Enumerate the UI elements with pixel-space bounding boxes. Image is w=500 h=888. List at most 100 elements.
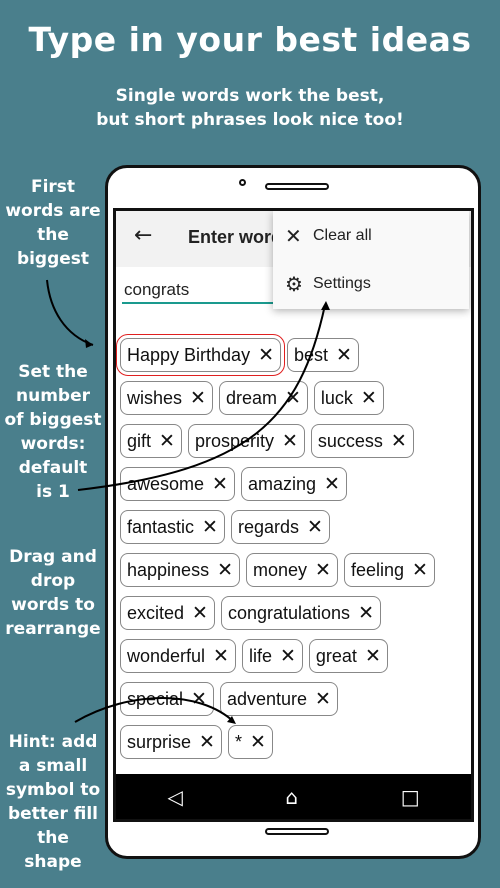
home-button [265,828,329,835]
headline: Type in your best ideas [28,20,472,59]
nav-recents-icon[interactable]: □ [401,785,420,809]
phone-frame: ← Enter words congrats ✕ Clear all ⚙ Setti… [105,165,481,859]
chip-label: Happy Birthday [127,344,251,365]
word-chip[interactable]: life ✕ [241,639,303,673]
remove-chip-icon[interactable]: ✕ [361,387,377,410]
chip-label: amazing [247,473,317,494]
remove-chip-icon[interactable]: ✕ [213,645,229,668]
overflow-menu: ✕ Clear all ⚙ Settings [273,211,469,309]
chip-row: surprise ✕ * ✕ [120,725,470,759]
note-line: words to [11,595,95,615]
chip-label: regards [237,516,299,537]
remove-chip-icon[interactable]: ✕ [280,645,296,668]
note-line: rearrange [5,619,101,639]
menu-item-settings[interactable]: ⚙ Settings [285,269,371,299]
word-chip[interactable]: feeling ✕ [343,553,435,587]
note-line: the [37,225,69,245]
note-line: symbol to [5,780,101,800]
word-chip[interactable]: great ✕ [308,639,388,673]
chip-label: wonderful [127,645,206,666]
nav-back-icon[interactable]: ◁ [167,785,182,809]
note-number-biggest: Set the number of biggest words: default is 1 [0,360,106,504]
word-chip[interactable]: prosperity ✕ [187,424,305,458]
remove-chip-icon[interactable]: ✕ [250,731,266,754]
remove-chip-icon[interactable]: ✕ [324,473,340,496]
remove-chip-icon[interactable]: ✕ [365,645,381,668]
word-chip[interactable]: surprise ✕ [120,725,222,759]
remove-chip-icon[interactable]: ✕ [307,516,323,539]
word-chip[interactable]: luck ✕ [313,381,384,415]
note-line: Hint: add [8,732,98,752]
chip-row: happiness ✕ money ✕ feeling ✕ [120,553,470,587]
chip-label: congratulations [227,602,351,623]
chip-label: awesome [127,473,205,494]
word-chip[interactable]: dream ✕ [218,381,308,415]
chip-label: fantastic [127,516,195,537]
remove-chip-icon[interactable]: ✕ [336,344,352,367]
chip-row: excited ✕ congratulations ✕ [120,596,470,630]
note-line: First [30,177,76,197]
remove-chip-icon[interactable]: ✕ [412,559,428,582]
speaker-icon [265,183,329,190]
note-line: Drag and [9,547,97,567]
chip-row: Happy Birthday ✕ best ✕ [116,334,470,376]
word-chip[interactable]: excited ✕ [120,596,215,630]
back-arrow-icon[interactable]: ← [134,223,152,248]
word-chip[interactable]: congratulations ✕ [220,596,381,630]
chip-row: special ✕ adventure ✕ [120,682,470,716]
chip-row: fantastic ✕ regards ✕ [120,510,470,544]
note-first-words: First words are the biggest [0,175,106,271]
remove-chip-icon[interactable]: ✕ [258,344,274,367]
word-chip[interactable]: wishes ✕ [120,381,213,415]
word-chip[interactable]: regards ✕ [230,510,330,544]
remove-chip-icon[interactable]: ✕ [391,430,407,453]
word-chip[interactable]: * ✕ [227,725,273,759]
remove-chip-icon[interactable]: ✕ [358,602,374,625]
subheadline-line: Single words work the best, [115,86,385,106]
word-chip-list: Happy Birthday ✕ best ✕ wishes ✕ dream ✕ luck ✕ gi… [116,334,470,768]
remove-chip-icon[interactable]: ✕ [159,430,175,453]
nav-home-icon[interactable]: ⌂ [285,785,298,809]
chip-label: best [294,344,329,365]
note-line: is 1 [36,482,70,502]
word-chip[interactable]: special ✕ [120,682,214,716]
note-line: a small [18,756,88,776]
word-chip[interactable]: Happy Birthday ✕ [116,334,285,376]
remove-chip-icon[interactable]: ✕ [202,516,218,539]
remove-chip-icon[interactable]: ✕ [217,559,233,582]
close-icon: ✕ [285,225,302,248]
remove-chip-icon[interactable]: ✕ [190,387,206,410]
remove-chip-icon[interactable]: ✕ [192,602,208,625]
word-input[interactable]: congrats [122,277,282,304]
remove-chip-icon[interactable]: ✕ [199,731,215,754]
android-nav-bar: ◁ ⌂ □ [116,774,471,819]
chip-label: great [315,645,357,666]
note-line: the [37,828,69,848]
note-line: words: [20,434,86,454]
word-chip[interactable]: awesome ✕ [120,467,235,501]
remove-chip-icon[interactable]: ✕ [212,473,228,496]
remove-chip-icon[interactable]: ✕ [282,430,298,453]
note-line: default [18,458,88,478]
word-chip[interactable]: wonderful ✕ [120,639,236,673]
word-chip[interactable]: fantastic ✕ [120,510,225,544]
note-line: Set the [18,362,88,382]
chip-label: special [127,688,184,709]
word-chip[interactable]: best ✕ [287,338,359,372]
remove-chip-icon[interactable]: ✕ [315,688,331,711]
menu-item-clear-all[interactable]: ✕ Clear all [285,221,372,251]
word-chip[interactable]: gift ✕ [120,424,182,458]
remove-chip-icon[interactable]: ✕ [315,559,331,582]
remove-chip-icon[interactable]: ✕ [191,688,207,711]
chip-label: wishes [127,387,183,408]
word-chip[interactable]: adventure ✕ [219,682,338,716]
chip-label: life [248,645,272,666]
remove-chip-icon[interactable]: ✕ [285,387,301,410]
word-chip[interactable]: money ✕ [246,553,338,587]
word-chip[interactable]: amazing ✕ [240,467,347,501]
chip-label: success [317,430,383,451]
note-line: number [15,386,90,406]
word-chip[interactable]: success ✕ [310,424,414,458]
camera-icon [239,179,246,186]
word-chip[interactable]: happiness ✕ [120,553,240,587]
